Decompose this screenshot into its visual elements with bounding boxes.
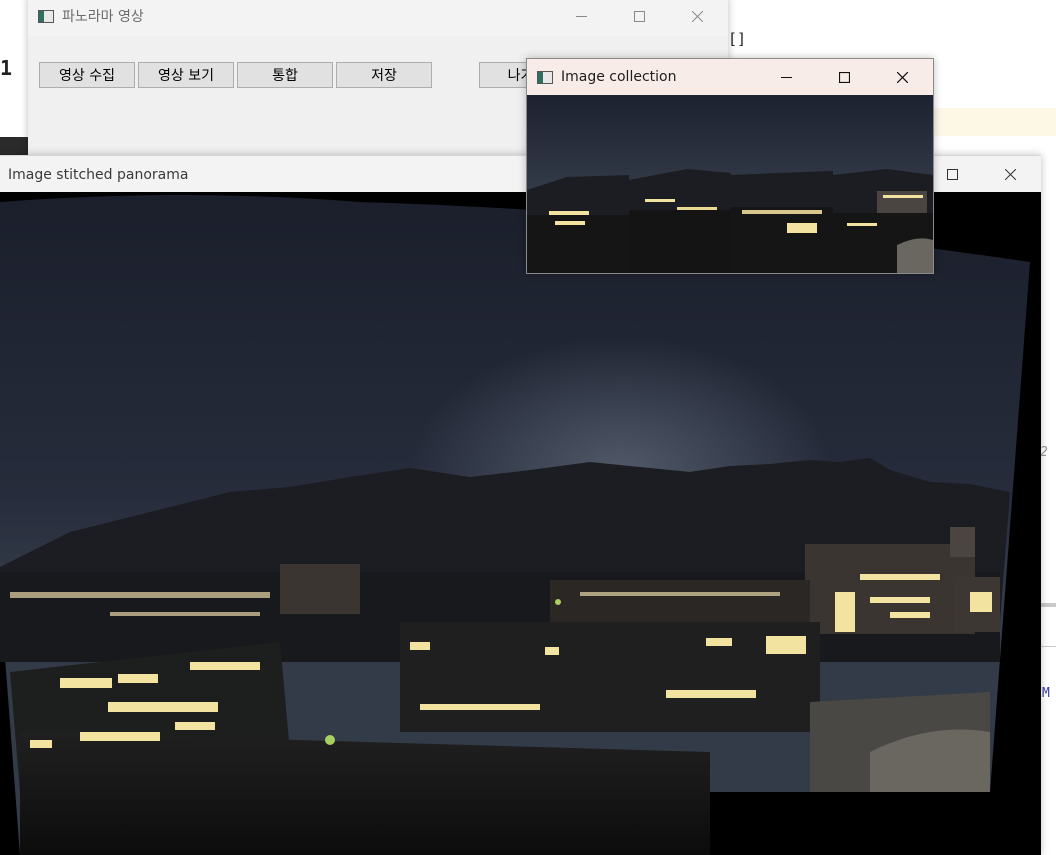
save-button[interactable]: 저장 [336, 62, 432, 88]
editor-divider-2 [1040, 646, 1056, 647]
close-icon [1004, 169, 1016, 180]
close-icon [691, 10, 703, 22]
title-bar[interactable]: 파노라마 영상 [28, 0, 728, 36]
window-title: 파노라마 영상 [62, 9, 144, 25]
maximize-button[interactable] [616, 0, 662, 36]
maximize-button[interactable] [929, 156, 975, 193]
editor-gutter-strip [0, 137, 30, 155]
app-window-icon [537, 70, 553, 84]
minimize-button[interactable] [763, 59, 809, 95]
panorama-image [0, 192, 1041, 855]
thumbnail-2 [629, 95, 731, 273]
window-title: Image stitched panorama [8, 166, 189, 183]
close-button[interactable] [987, 156, 1033, 193]
close-button[interactable] [879, 59, 925, 95]
minimize-icon [780, 76, 792, 78]
maximize-icon [838, 71, 850, 83]
thumbnail-3 [731, 95, 833, 273]
minimize-icon [575, 15, 587, 17]
close-button[interactable] [674, 0, 720, 36]
image-collection-window: Image collection [526, 58, 934, 274]
maximize-icon [633, 10, 645, 22]
thumbnail-1 [527, 95, 629, 273]
stitch-button[interactable]: 통합 [237, 62, 333, 88]
editor-inlay-hint: 2 [1040, 445, 1048, 460]
editor-line-number: 1 [0, 56, 13, 80]
collection-thumbnails [527, 95, 933, 273]
title-bar[interactable]: Image collection [527, 59, 933, 95]
panorama-scene [0, 192, 1041, 855]
action-buttons: 영상 수집 영상 보기 통합 저장 [39, 62, 432, 88]
view-images-button[interactable]: 영상 보기 [138, 62, 234, 88]
image-collection-strip [527, 95, 933, 273]
editor-code-fragment: [] [728, 30, 747, 48]
maximize-button[interactable] [821, 59, 867, 95]
window-title: Image collection [561, 69, 677, 85]
close-icon [896, 71, 908, 83]
collect-images-button[interactable]: 영상 수집 [39, 62, 135, 88]
maximize-icon [946, 169, 958, 180]
editor-divider [1040, 603, 1056, 607]
app-window-icon [38, 9, 54, 23]
thumbnail-4 [833, 95, 933, 273]
editor-code-fragment-m: M [1042, 686, 1050, 701]
minimize-button[interactable] [558, 0, 604, 36]
